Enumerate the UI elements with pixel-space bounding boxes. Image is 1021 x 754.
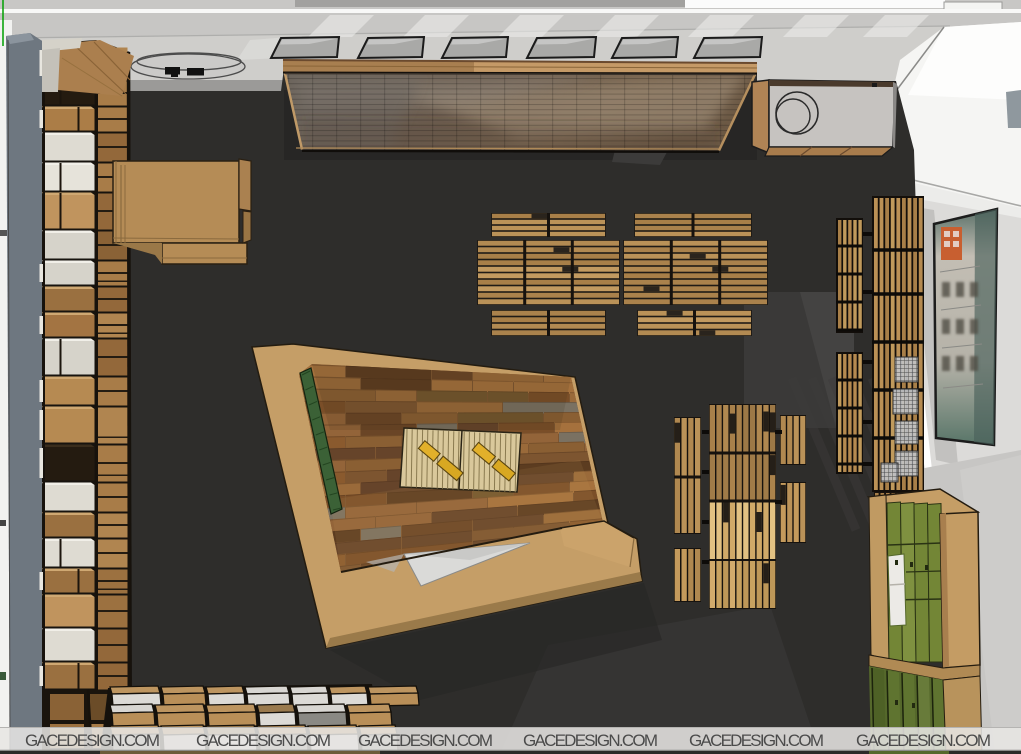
svg-text:GACEDESIGN.COM: GACEDESIGN.COM: [689, 731, 824, 750]
svg-text:GACEDESIGN.COM: GACEDESIGN.COM: [196, 731, 331, 750]
svg-text:GACEDESIGN.COM: GACEDESIGN.COM: [523, 731, 658, 750]
svg-text:GACEDESIGN.COM: GACEDESIGN.COM: [25, 731, 160, 750]
svg-text:GACEDESIGN.COM: GACEDESIGN.COM: [856, 731, 991, 750]
svg-text:GACEDESIGN.COM: GACEDESIGN.COM: [358, 731, 493, 750]
